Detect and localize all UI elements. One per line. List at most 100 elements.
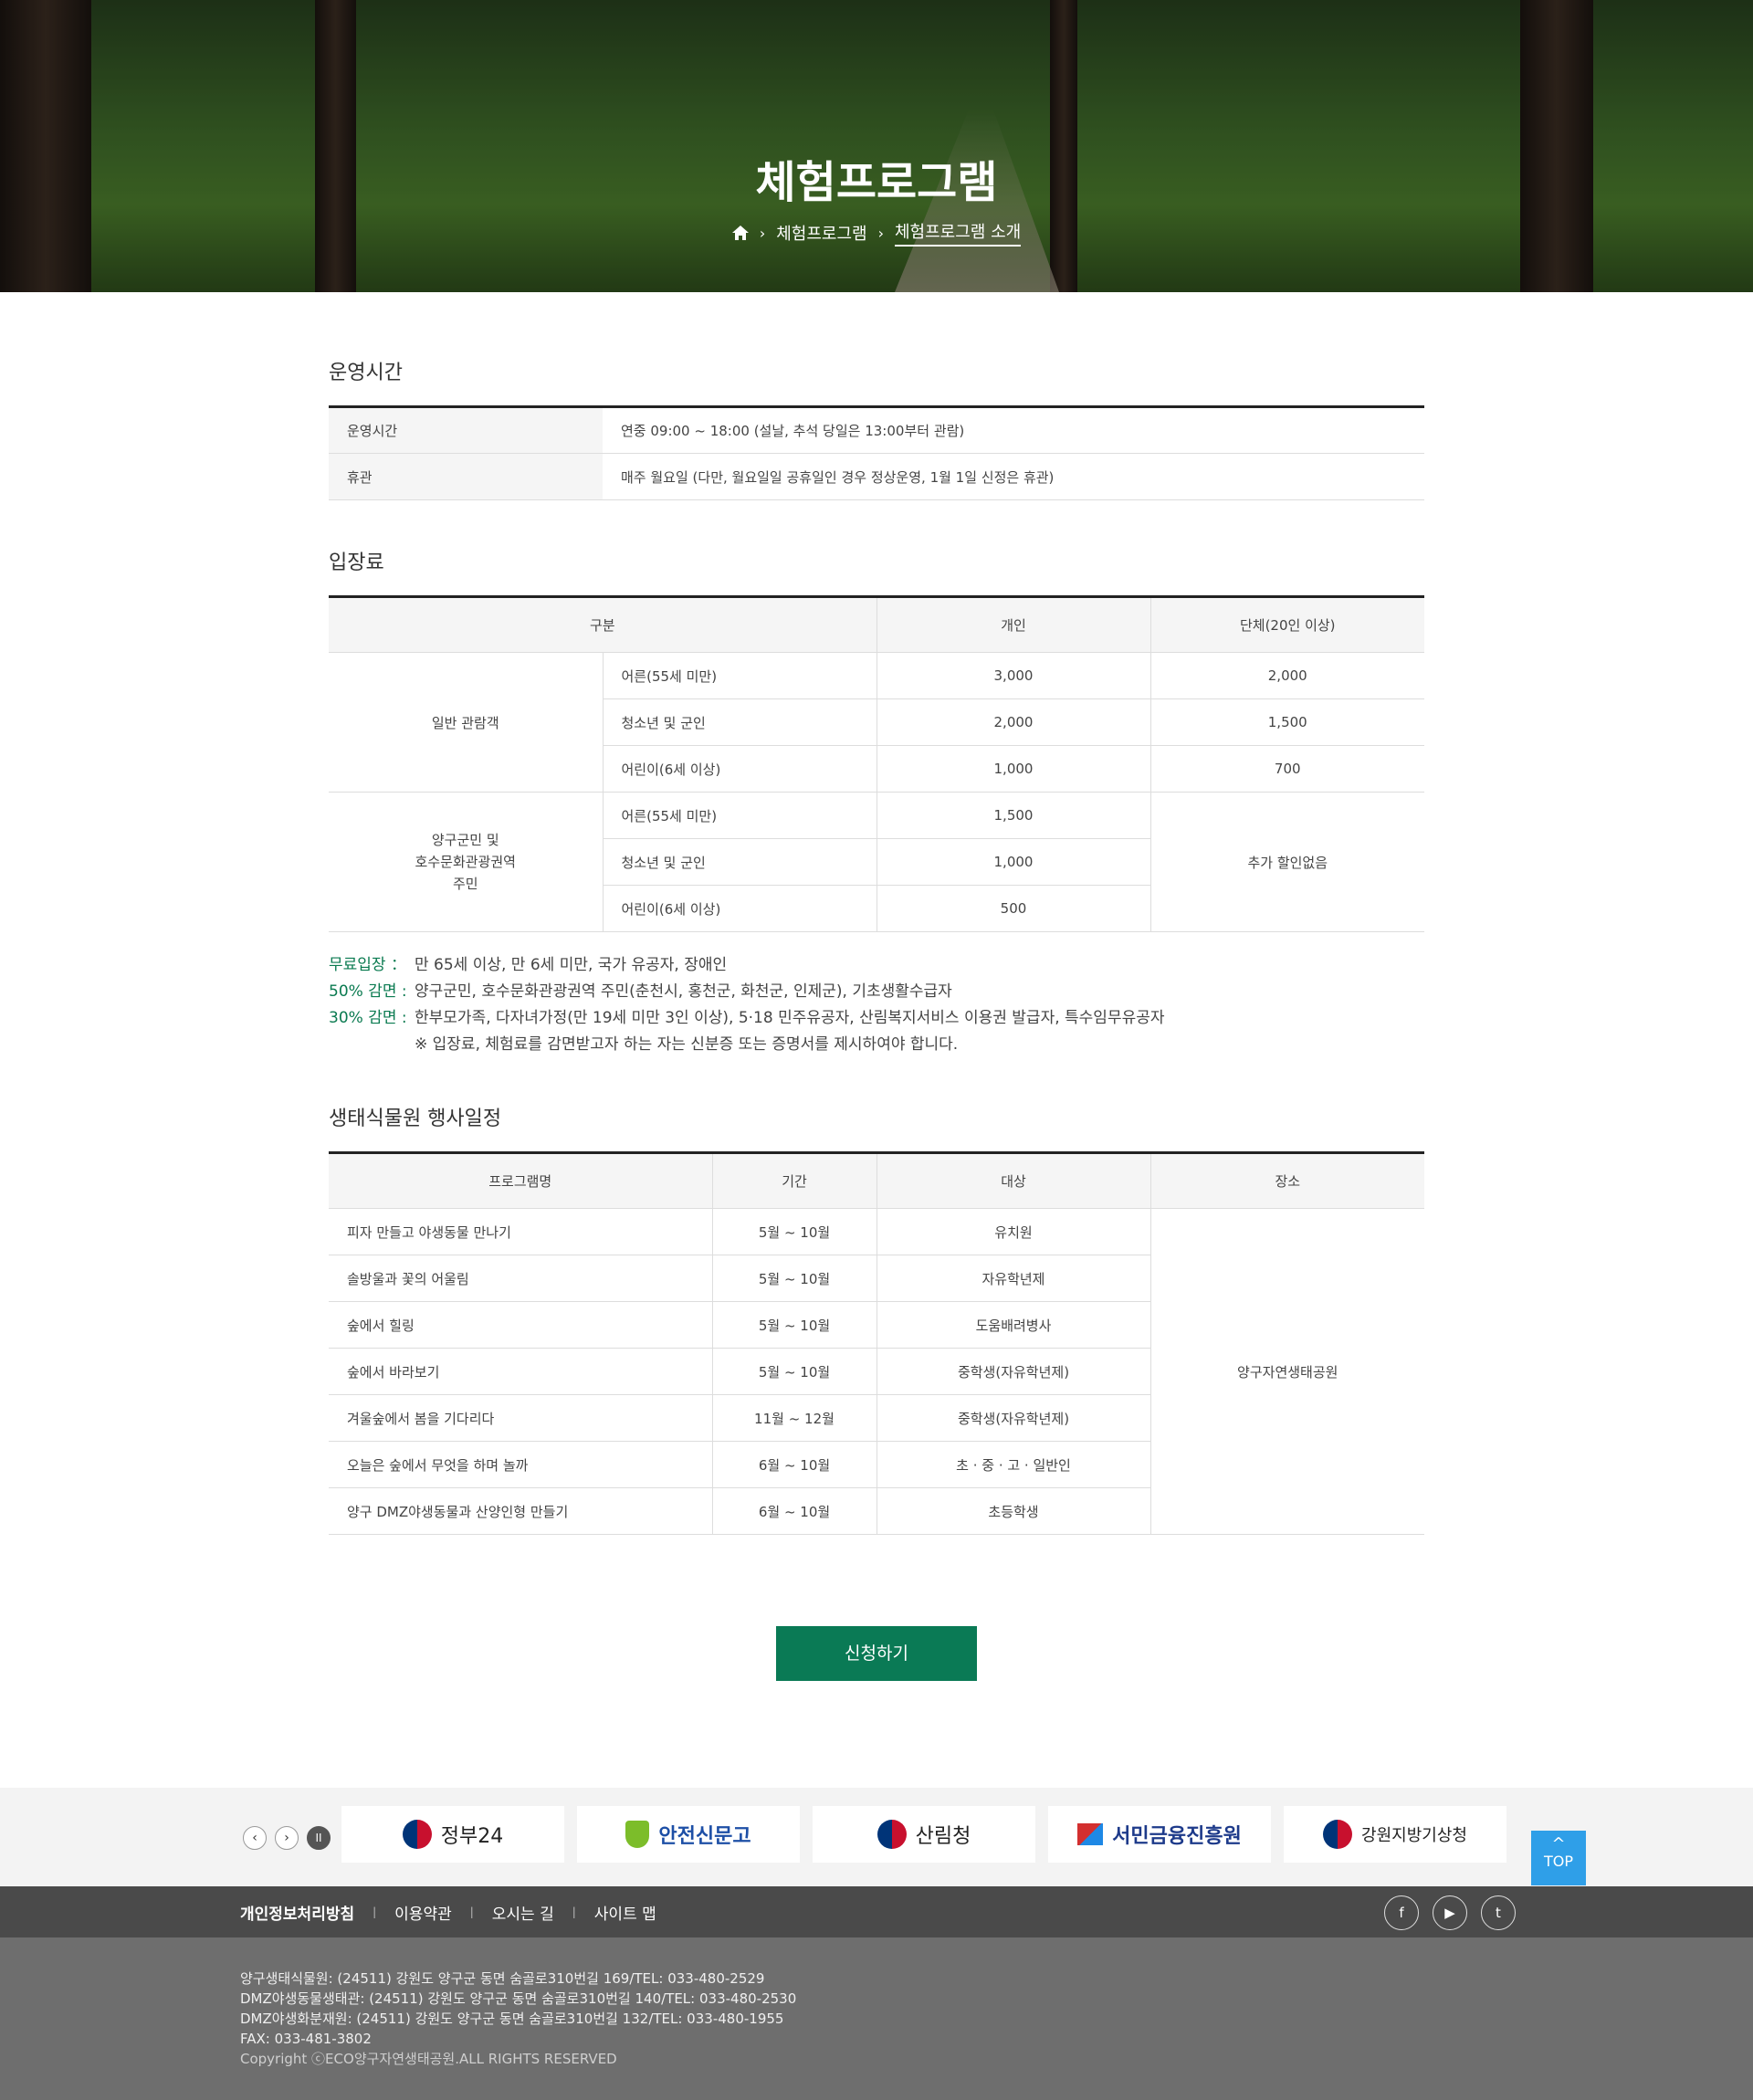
section-title-fees: 입장료: [329, 551, 384, 574]
table-row: 운영시간 연중 09:00 ~ 18:00 (설날, 추석 당일은 13:00부…: [329, 406, 1424, 454]
chevron-right-icon: ›: [877, 224, 884, 242]
table-row: 피자 만들고 야생동물 만나기 5월 ~ 10월 유치원 양구자연생태공원: [329, 1208, 1424, 1535]
col-header-program: 프로그램명: [329, 1152, 712, 1209]
note-row: 무료입장 ： 만 65세 이상, 만 6세 미만, 국가 유공자, 장애인: [329, 952, 1424, 979]
closed-value: 매주 월요일 (다만, 월요일일 공휴일인 경우 정상운영, 1월 1일 신정은…: [603, 453, 1424, 500]
banner-logo-gov24[interactable]: 정부24: [341, 1806, 564, 1863]
banner-logo-forest[interactable]: 산림청: [813, 1806, 1035, 1863]
fee-type: 어린이(6세 이상): [602, 745, 876, 793]
taegeuk-icon: [876, 1820, 907, 1849]
breadcrumb-item[interactable]: 체험프로그램: [776, 221, 866, 245]
note-row: 30% 감면 : 한부모가족, 다자녀가정(만 19세 미만 3인 이상), 5…: [329, 1005, 1424, 1032]
fee-notes: 무료입장 ： 만 65세 이상, 만 6세 미만, 국가 유공자, 장애인 50…: [329, 952, 1424, 1058]
breadcrumb: › 체험프로그램 › 체험프로그램 소개: [0, 219, 1753, 247]
program-name: 겨울숲에서 봄을 기다리다: [329, 1394, 712, 1442]
hours-label: 운영시간: [329, 406, 603, 454]
fee-type: 어른(55세 미만): [602, 792, 876, 839]
hero-banner: 체험프로그램 › 체험프로그램 › 체험프로그램 소개: [0, 0, 1753, 292]
taegeuk-icon: [402, 1820, 432, 1849]
program-period: 11월 ~ 12월: [711, 1394, 876, 1442]
fee-group: 2,000: [1149, 652, 1424, 699]
note-label: 50% 감면 :: [329, 982, 407, 1001]
banner-logo-safety[interactable]: 안전신문고: [577, 1806, 800, 1863]
program-period: 5월 ~ 10월: [711, 1255, 876, 1302]
program-period: 5월 ~ 10월: [711, 1208, 876, 1255]
note-text: 양구군민, 호수문화관광권역 주민(춘천시, 홍천군, 화천군, 인제군), 기…: [415, 982, 952, 1001]
fee-group-general: 일반 관람객: [329, 652, 603, 793]
fee-individual: 1,000: [876, 838, 1150, 886]
taegeuk-icon: [1323, 1820, 1353, 1849]
program-target: 도움배려병사: [876, 1301, 1150, 1349]
footer-nav: 개인정보처리방침 | 이용약관 | 오시는 길 | 사이트 맵 f ▶ t: [0, 1886, 1753, 1937]
program-name: 피자 만들고 야생동물 만나기: [329, 1208, 712, 1255]
copyright: Copyright ⓒECO양구자연생태공원.ALL RIGHTS RESERV…: [240, 2051, 617, 2067]
fee-group: 700: [1149, 745, 1424, 793]
chevron-up-icon: ^: [1551, 1834, 1566, 1853]
breadcrumb-current[interactable]: 체험프로그램 소개: [894, 219, 1022, 247]
program-target: 자유학년제: [876, 1255, 1150, 1302]
twitter-icon[interactable]: t: [1481, 1895, 1516, 1930]
table-row: 일반 관람객 어른(55세 미만) 3,000 2,000: [329, 652, 1424, 793]
col-header-target: 대상: [876, 1152, 1150, 1209]
table-header-row: 프로그램명 기간 대상 장소: [329, 1152, 1424, 1209]
fee-group-local: 양구군민 및 호수문화관광권역 주민: [329, 792, 603, 932]
fee-type: 어린이(6세 이상): [602, 885, 876, 932]
banner-logo-finance[interactable]: 서민금융진흥원: [1048, 1806, 1271, 1863]
home-icon[interactable]: [731, 226, 749, 240]
program-target: 초등학생: [876, 1487, 1150, 1535]
note-row: 50% 감면 : 양구군민, 호수문화관광권역 주민(춘천시, 홍천군, 화천군…: [329, 979, 1424, 1005]
fee-group-local-value: 추가 할인없음: [1149, 792, 1424, 932]
note-text: 한부모가족, 다자녀가정(만 19세 미만 3인 이상), 5·18 민주유공자…: [415, 1009, 1165, 1027]
program-period: 5월 ~ 10월: [711, 1348, 876, 1395]
program-target: 초 · 중 · 고 · 일반인: [876, 1441, 1150, 1488]
fee-individual: 1,000: [876, 745, 1150, 793]
program-name: 숲에서 힐링: [329, 1301, 712, 1349]
col-header-group: 단체(20인 이상): [1149, 596, 1424, 653]
pause-button[interactable]: II: [307, 1826, 331, 1850]
program-name: 숲에서 바라보기: [329, 1348, 712, 1395]
hours-value: 연중 09:00 ~ 18:00 (설날, 추석 당일은 13:00부터 관람): [603, 406, 1424, 454]
footer-link-directions[interactable]: 오시는 길: [492, 1901, 554, 1924]
col-header-individual: 개인: [876, 596, 1150, 653]
col-header-period: 기간: [711, 1152, 876, 1209]
fee-type: 청소년 및 군인: [602, 838, 876, 886]
footer-link-terms[interactable]: 이용약관: [394, 1901, 452, 1924]
banner-logo-weather[interactable]: 강원지방기상청: [1284, 1806, 1506, 1863]
scroll-top-button[interactable]: ^ TOP: [1531, 1831, 1586, 1885]
note-label: 무료입장 ：: [329, 956, 406, 974]
hours-table: 운영시간 연중 09:00 ~ 18:00 (설날, 추석 당일은 13:00부…: [329, 405, 1424, 500]
fee-individual: 500: [876, 885, 1150, 932]
note-label: 30% 감면 :: [329, 1009, 407, 1027]
page-title: 체험프로그램: [755, 157, 998, 208]
table-row: 양구군민 및 호수문화관광권역 주민 어른(55세 미만) 1,500 추가 할…: [329, 792, 1424, 932]
fee-individual: 1,500: [876, 792, 1150, 839]
section-title-events: 생태식물원 행사일정: [329, 1108, 502, 1130]
program-period: 6월 ~ 10월: [711, 1441, 876, 1488]
table-row: 휴관 매주 월요일 (다만, 월요일일 공휴일인 경우 정상운영, 1월 1일 …: [329, 453, 1424, 500]
footer-link-sitemap[interactable]: 사이트 맵: [594, 1901, 656, 1924]
next-button[interactable]: ›: [275, 1826, 299, 1850]
col-header-category: 구분: [329, 596, 876, 653]
program-place: 양구자연생태공원: [1149, 1208, 1424, 1535]
main-content: 운영시간 운영시간 연중 09:00 ~ 18:00 (설날, 추석 당일은 1…: [329, 356, 1424, 1681]
fee-individual: 3,000: [876, 652, 1150, 699]
col-header-place: 장소: [1149, 1152, 1424, 1209]
closed-label: 휴관: [329, 453, 603, 500]
events-table: 프로그램명 기간 대상 장소 피자 만들고 야생동물 만나기 5월 ~ 10월 …: [329, 1151, 1424, 1535]
program-name: 솔방울과 꽃의 어울림: [329, 1255, 712, 1302]
footer-link-privacy[interactable]: 개인정보처리방침: [240, 1901, 354, 1924]
footer-address: 양구생태식물원: (24511) 강원도 양구군 동면 숨골로310번길 169…: [240, 1970, 797, 2067]
fee-individual: 2,000: [876, 698, 1150, 746]
section-title-hours: 운영시간: [329, 362, 403, 384]
note-text: 만 65세 이상, 만 6세 미만, 국가 유공자, 장애인: [415, 956, 728, 974]
facebook-icon[interactable]: f: [1384, 1895, 1419, 1930]
logo-mark-icon: [1077, 1823, 1104, 1845]
youtube-icon[interactable]: ▶: [1433, 1895, 1467, 1930]
apply-button[interactable]: 신청하기: [776, 1626, 977, 1681]
partner-banner: ‹ › II 정부24 안전신문고 산림청 서민금융진흥원 강원지방기상청: [0, 1788, 1753, 1886]
fee-group: 1,500: [1149, 698, 1424, 746]
program-period: 5월 ~ 10월: [711, 1301, 876, 1349]
note-remark: ※ 입장료, 체험료를 감면받고자 하는 자는 신분증 또는 증명서를 제시하여…: [415, 1035, 959, 1054]
program-target: 중학생(자유학년제): [876, 1394, 1150, 1442]
prev-button[interactable]: ‹: [243, 1826, 267, 1850]
